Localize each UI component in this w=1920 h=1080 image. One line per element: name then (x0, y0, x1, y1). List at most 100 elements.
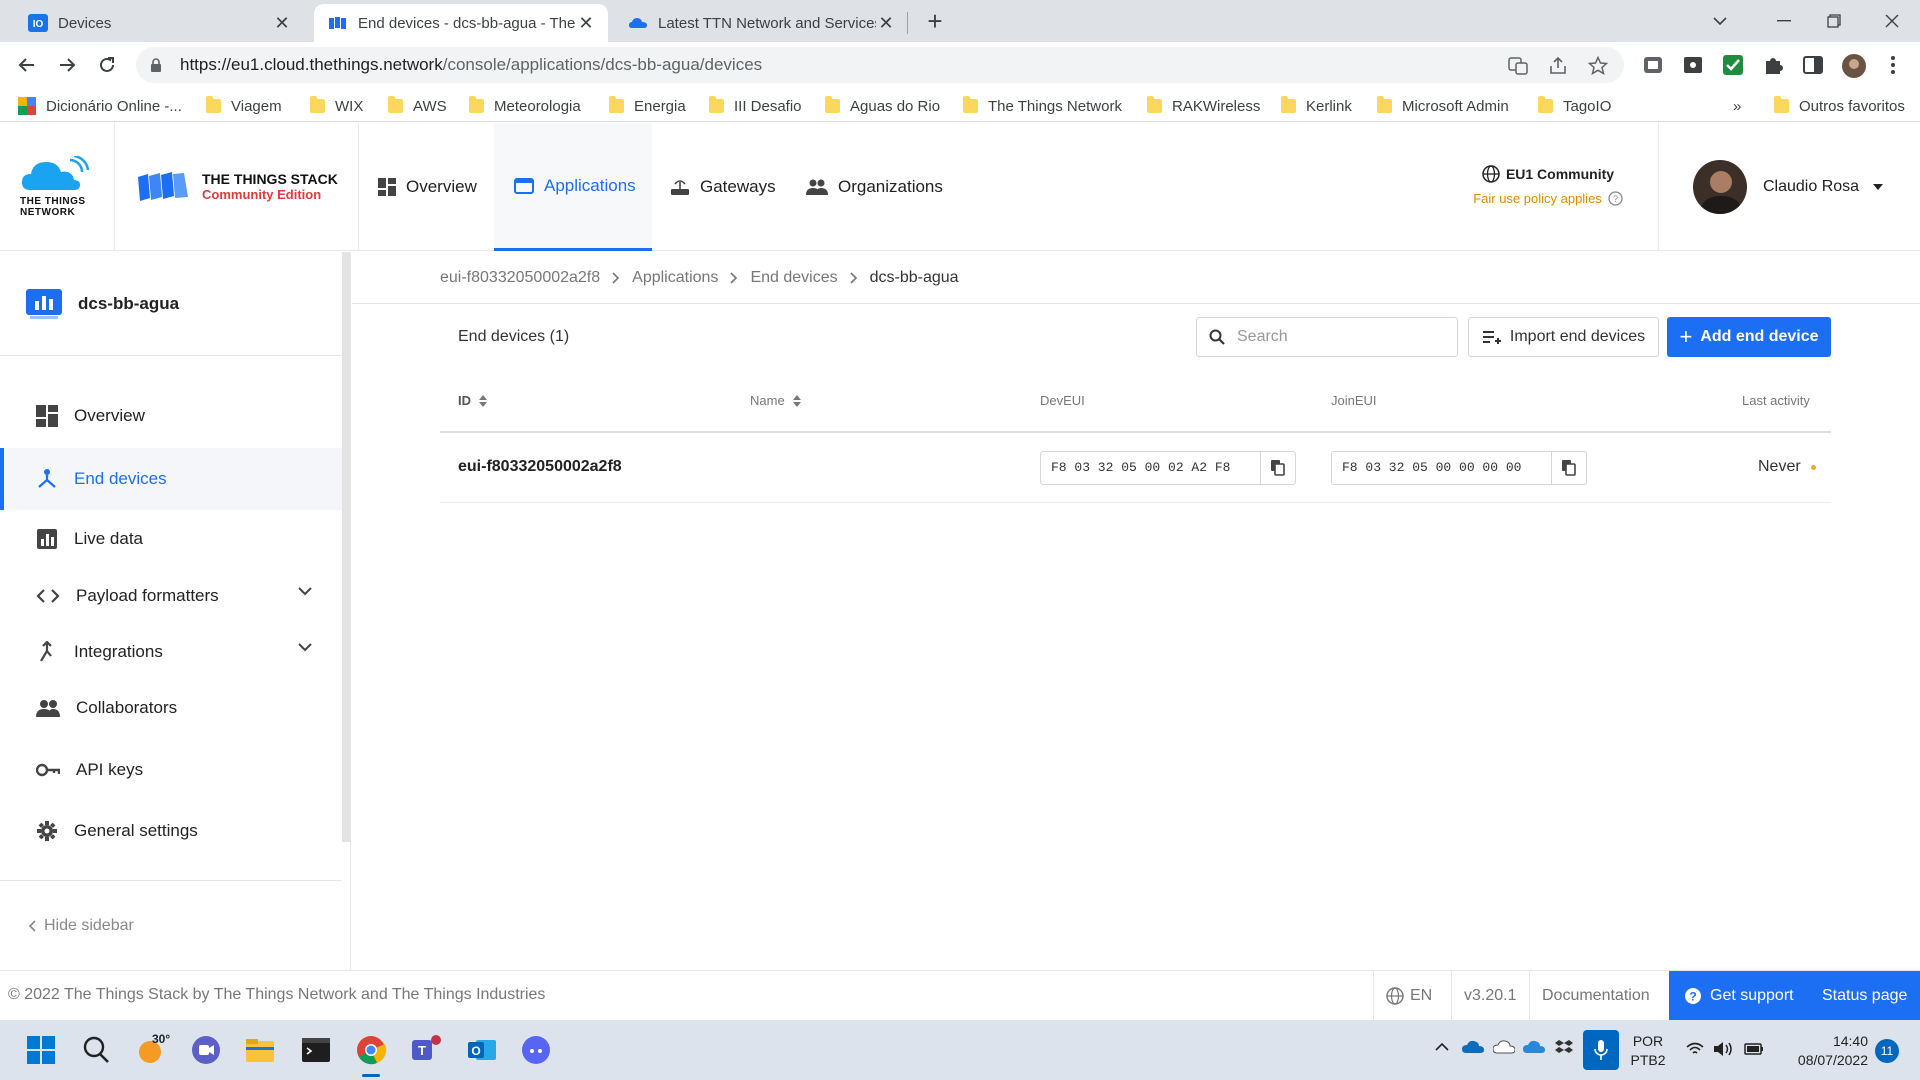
breadcrumb-applications[interactable]: Applications (632, 269, 718, 287)
bookmark-star-icon[interactable] (1588, 56, 1608, 76)
translate-icon[interactable] (1508, 56, 1528, 76)
terminal-icon[interactable] (300, 1034, 332, 1066)
nav-organizations[interactable]: Organizations (806, 123, 943, 251)
user-menu[interactable]: Claudio Rosa (1693, 160, 1884, 214)
search-icon[interactable] (80, 1034, 112, 1066)
get-support-button[interactable]: ? Get support (1684, 971, 1794, 1021)
bookmark-wix[interactable]: WIX (310, 96, 363, 116)
things-stack-brand[interactable]: THE THINGS STACK Community Edition (136, 171, 338, 203)
dev-eui-value: F8 03 32 05 00 02 A2 F8 (1041, 452, 1262, 484)
ttn-logo[interactable]: THE THINGS NETWORK (20, 156, 92, 218)
tab-search-icon[interactable] (1700, 4, 1740, 38)
sidebar-scrollbar[interactable] (342, 252, 350, 842)
add-end-device-button[interactable]: + Add end device (1667, 317, 1831, 357)
bookmark-energia[interactable]: Energia (609, 96, 686, 116)
checkmark-extension-icon[interactable] (1722, 54, 1744, 76)
clock[interactable]: 14:40 08/07/2022 (1776, 1032, 1868, 1070)
bookmarks-overflow-button[interactable]: » (1733, 96, 1741, 116)
browser-tab-devices[interactable]: IO Devices ✕ (14, 4, 304, 42)
close-tab-icon[interactable]: ✕ (576, 13, 596, 34)
search-field[interactable] (1196, 317, 1458, 357)
sidebar-item-integrations[interactable]: Integrations (0, 622, 342, 682)
minimize-icon[interactable] (1764, 4, 1804, 38)
bookmark-meteorologia[interactable]: Meteorologia (469, 96, 581, 116)
close-window-icon[interactable] (1872, 4, 1912, 38)
volume-icon[interactable] (1713, 1041, 1733, 1057)
chrome-icon[interactable] (355, 1034, 387, 1066)
battery-icon[interactable] (1744, 1042, 1764, 1056)
video-call-icon[interactable] (190, 1034, 222, 1066)
close-tab-icon[interactable]: ✕ (876, 13, 896, 34)
kebab-menu-icon[interactable] (1882, 54, 1904, 76)
copy-dev-eui-button[interactable] (1261, 452, 1295, 484)
forward-icon[interactable] (52, 50, 82, 80)
close-tab-icon[interactable]: ✕ (272, 13, 292, 34)
bookmark-rakwireless[interactable]: RAKWireless (1147, 96, 1260, 116)
keyboard-language[interactable]: POR PTB2 (1626, 1032, 1670, 1070)
brand-subtitle: Community Edition (202, 187, 322, 202)
sidebar-item-collaborators[interactable]: Collaborators (0, 678, 342, 738)
file-explorer-icon[interactable] (244, 1034, 276, 1066)
sidebar-item-api-keys[interactable]: API keys (0, 740, 342, 800)
browser-tab-end-devices[interactable]: End devices - dcs-bb-agua - The ✕ (314, 4, 608, 42)
browser-tab-ttn-status[interactable]: Latest TTN Network and Services ✕ (614, 4, 908, 42)
status-page-link[interactable]: Status page (1822, 971, 1907, 1021)
cluster-info[interactable]: EU1 Community Fair use policy applies ? (1468, 165, 1628, 206)
sidebar-item-overview[interactable]: Overview (0, 386, 342, 446)
wifi-icon[interactable] (1686, 1042, 1704, 1056)
sidebar-item-live-data[interactable]: Live data (0, 509, 342, 569)
bookmark-iii-desafio[interactable]: III Desafio (709, 96, 802, 116)
dropbox-icon[interactable] (1555, 1040, 1573, 1056)
onedrive-icon[interactable] (1523, 1040, 1545, 1054)
bookmark-the-things-network[interactable]: The Things Network (963, 96, 1122, 116)
onedrive-icon[interactable] (1493, 1040, 1515, 1054)
outlook-icon[interactable]: O (466, 1034, 498, 1066)
language-selector[interactable]: EN (1373, 971, 1451, 1021)
bookmark-viagem[interactable]: Viagem (206, 96, 282, 116)
show-hidden-icons-chevron-up-icon[interactable] (1434, 1042, 1450, 1052)
device-id[interactable]: eui-f80332050002a2f8 (458, 458, 622, 476)
bookmark-aws[interactable]: AWS (388, 96, 447, 116)
nav-gateways[interactable]: Gateways (670, 123, 776, 251)
sidebar-item-end-devices[interactable]: End devices (0, 448, 342, 510)
extension-icon[interactable] (1682, 54, 1704, 76)
breadcrumb-application[interactable]: dcs-bb-agua (870, 269, 959, 287)
onedrive-icon[interactable] (1462, 1040, 1484, 1054)
address-bar[interactable]: https://eu1.cloud.thethings.network/cons… (136, 47, 1624, 83)
back-icon[interactable] (12, 50, 42, 80)
notifications-badge[interactable]: 11 (1875, 1039, 1899, 1063)
bookmark-microsoft-admin[interactable]: Microsoft Admin (1377, 96, 1509, 116)
documentation-link[interactable]: Documentation (1529, 971, 1669, 1021)
extension-icon[interactable] (1642, 54, 1664, 76)
sidebar-item-payload-formatters[interactable]: Payload formatters (0, 566, 342, 626)
sidebar-item-general-settings[interactable]: General settings (0, 801, 342, 861)
breadcrumb-end-devices[interactable]: End devices (750, 269, 837, 287)
profile-avatar[interactable] (1842, 54, 1866, 78)
nav-overview[interactable]: Overview (378, 123, 497, 251)
restore-icon[interactable] (1814, 4, 1854, 38)
other-bookmarks[interactable]: Outros favoritos (1774, 96, 1905, 116)
bookmark-aguas-do-rio[interactable]: Aguas do Rio (825, 96, 940, 116)
windows-start-icon[interactable] (25, 1034, 57, 1066)
column-header-name[interactable]: Name (750, 393, 801, 408)
hide-sidebar-button[interactable]: Hide sidebar (0, 880, 342, 970)
nav-applications[interactable]: Applications (494, 123, 652, 251)
teams-icon[interactable]: T (410, 1034, 442, 1066)
help-circle-icon[interactable]: ? (1608, 191, 1623, 206)
bookmark-kerlink[interactable]: Kerlink (1281, 96, 1352, 116)
reload-icon[interactable] (92, 50, 122, 80)
copy-join-eui-button[interactable] (1552, 452, 1586, 484)
microphone-button[interactable] (1583, 1030, 1619, 1070)
bookmark-tagoio[interactable]: TagoIO (1538, 96, 1611, 116)
search-input[interactable] (1237, 328, 1437, 346)
fair-use-link[interactable]: Fair use policy applies (1473, 191, 1602, 206)
discord-icon[interactable] (520, 1034, 552, 1066)
sidepanel-icon[interactable] (1802, 54, 1824, 76)
column-header-id[interactable]: ID (458, 393, 487, 408)
bookmark-dicionario[interactable]: Dicionário Online -... (18, 96, 182, 116)
puzzle-icon[interactable] (1762, 54, 1784, 76)
share-icon[interactable] (1548, 56, 1568, 76)
breadcrumb-device[interactable]: eui-f80332050002a2f8 (440, 269, 600, 287)
new-tab-button[interactable]: + (920, 6, 950, 36)
import-end-devices-button[interactable]: Import end devices (1468, 317, 1659, 357)
